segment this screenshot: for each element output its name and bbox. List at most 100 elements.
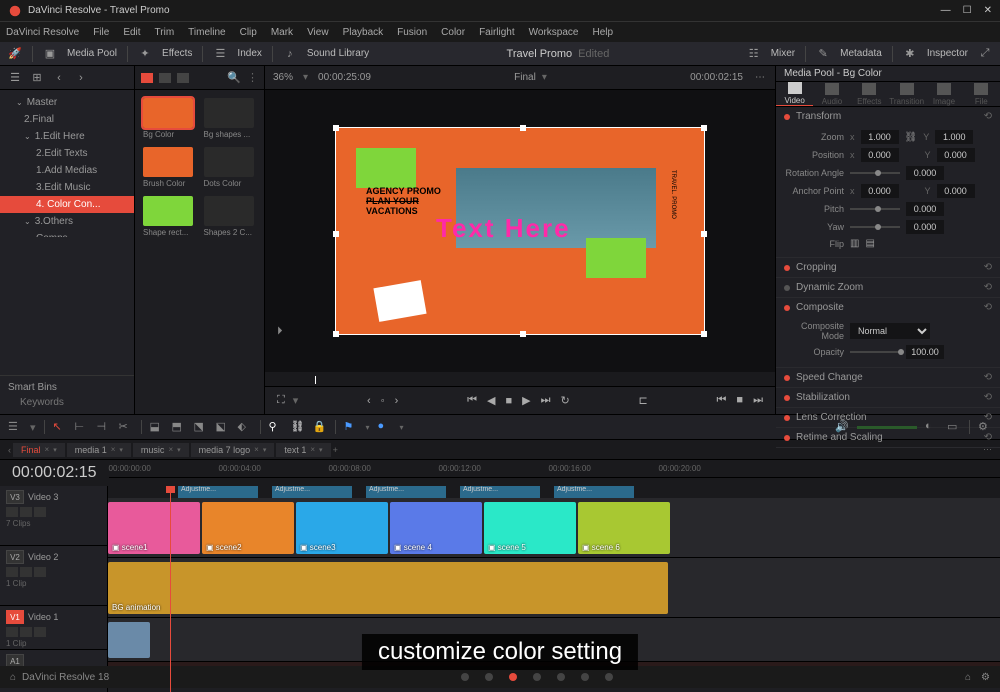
effects-button[interactable]: Effects <box>162 48 192 59</box>
clip-scene 6[interactable]: ▣ scene 6 <box>578 502 670 554</box>
timeline-tab[interactable]: media 1×▾ <box>67 443 131 457</box>
view-list-icon[interactable] <box>159 73 171 83</box>
timeline-tab[interactable]: text 1×▾ <box>276 443 330 457</box>
fit-icon[interactable]: ⛶ <box>277 394 285 407</box>
bin-item[interactable]: 2.Edit Texts <box>0 145 134 162</box>
go-prev-button[interactable]: ⏮ <box>717 394 727 407</box>
bin-root[interactable]: ⌄Master <box>0 94 134 111</box>
bin-item[interactable]: 2.Final <box>0 111 134 128</box>
trim-tool-icon[interactable]: ⊢ <box>75 420 89 434</box>
dim-icon[interactable]: ◐ <box>925 420 939 434</box>
keywords-bin[interactable]: Keywords <box>8 397 126 408</box>
expand-icon[interactable]: ⤢ <box>978 47 992 61</box>
tab-close-icon[interactable]: × <box>254 445 259 454</box>
sound-library-button[interactable]: Sound Library <box>307 48 369 59</box>
menu-item[interactable]: Timeline <box>188 27 225 38</box>
go-next-button[interactable]: ⏭ <box>753 394 763 407</box>
track-v3-lane[interactable]: ▣ scene1▣ scene2▣ scene3▣ scene 4▣ scene… <box>108 498 1000 558</box>
track-lock-icon[interactable] <box>6 507 18 517</box>
media-pool-icon[interactable]: ▣ <box>43 47 57 61</box>
track-v2-lane[interactable]: BG animation <box>108 558 1000 618</box>
transform-section[interactable]: Transform ⟲ <box>776 107 1000 126</box>
prev-frame-button[interactable]: ◀ <box>487 394 495 407</box>
tab-close-icon[interactable]: × <box>310 445 315 454</box>
inspector-button[interactable]: Inspector <box>927 48 968 59</box>
reset-icon[interactable]: ⟲ <box>984 262 992 273</box>
timeline-tab[interactable]: music×▾ <box>133 443 189 457</box>
append-icon[interactable]: ⬖ <box>238 420 252 434</box>
section-dynamic-zoom[interactable]: Dynamic Zoom⟲ <box>776 278 1000 297</box>
section-speed-change[interactable]: Speed Change⟲ <box>776 368 1000 387</box>
view-thumb-icon[interactable] <box>141 73 153 83</box>
tab-close-icon[interactable]: × <box>168 445 173 454</box>
flip-v-icon[interactable]: ▤ <box>865 238 874 249</box>
maximize-button[interactable]: ☐ <box>963 5 972 16</box>
go-stop-button[interactable]: ■ <box>736 394 743 407</box>
anchor-x-input[interactable] <box>861 184 899 198</box>
section-cropping[interactable]: Cropping⟲ <box>776 258 1000 277</box>
track-lock-icon[interactable] <box>6 567 18 577</box>
reset-icon[interactable]: ⟲ <box>984 392 992 403</box>
prev-clip-icon[interactable]: ‹ <box>367 395 371 407</box>
clip-scene3[interactable]: ▣ scene3 <box>296 502 388 554</box>
track-disable-icon[interactable] <box>34 507 46 517</box>
bin-item[interactable]: 1.Add Medias <box>0 162 134 179</box>
play-button[interactable]: ▶ <box>522 394 530 407</box>
tab-close-icon[interactable]: × <box>45 445 50 454</box>
flip-h-icon[interactable]: ▥ <box>850 238 859 249</box>
pos-y-input[interactable] <box>937 148 975 162</box>
bin-add-icon[interactable]: ⊞ <box>30 71 44 85</box>
first-frame-button[interactable]: ⏮ <box>467 394 477 407</box>
page-fairlight[interactable] <box>581 673 589 681</box>
clip-scene1[interactable]: ▣ scene1 <box>108 502 200 554</box>
pitch-slider[interactable] <box>850 208 900 210</box>
flag-icon[interactable]: ⚑ <box>344 420 358 434</box>
timeline-tab[interactable]: Final×▾ <box>13 443 65 457</box>
track-disable-icon[interactable] <box>34 567 46 577</box>
menu-item[interactable]: Fusion <box>397 27 427 38</box>
inspector-tab[interactable]: Image <box>925 82 962 106</box>
marker-icon[interactable]: ● <box>378 420 392 434</box>
effects-icon[interactable]: ✦ <box>138 47 152 61</box>
menu-item[interactable]: Clip <box>240 27 257 38</box>
index-button[interactable]: Index <box>237 48 261 59</box>
mixer-button[interactable]: Mixer <box>771 48 795 59</box>
section-composite[interactable]: Composite⟲ <box>776 298 1000 317</box>
track-select-V1[interactable]: V1 <box>6 610 24 624</box>
bin-list-icon[interactable]: ☰ <box>8 71 22 85</box>
pitch-input[interactable] <box>906 202 944 216</box>
dynamic-trim-icon[interactable]: ⊣ <box>97 420 111 434</box>
track-auto-icon[interactable] <box>20 627 32 637</box>
page-edit[interactable] <box>509 673 517 681</box>
adjustment-clip[interactable]: Adjustme... <box>460 486 540 498</box>
adjustment-clip[interactable]: Adjustme... <box>178 486 258 498</box>
inspector-tab[interactable]: Transition <box>888 82 925 106</box>
viewer-options-icon[interactable]: ⋯ <box>753 71 767 85</box>
minimize-button[interactable]: — <box>941 5 951 16</box>
reset-icon[interactable]: ⟲ <box>984 302 992 313</box>
page-media[interactable] <box>461 673 469 681</box>
anchor-y-input[interactable] <box>937 184 975 198</box>
overwrite-icon[interactable]: ⬒ <box>172 420 186 434</box>
menu-item[interactable]: Color <box>441 27 465 38</box>
tab-close-icon[interactable]: × <box>111 445 116 454</box>
bin-item[interactable]: ⌄3.Others <box>0 213 134 230</box>
project-settings-icon[interactable]: ⚙ <box>981 672 990 683</box>
loop-button[interactable]: ↻ <box>560 394 569 407</box>
metadata-button[interactable]: Metadata <box>840 48 882 59</box>
media-clip[interactable] <box>143 196 193 226</box>
media-clip[interactable] <box>204 98 254 128</box>
bin-item[interactable]: 4. Color Con... <box>0 196 134 213</box>
page-cut[interactable] <box>485 673 493 681</box>
timeline-tab[interactable]: media 7 logo×▾ <box>191 443 275 457</box>
page-deliver[interactable] <box>605 673 613 681</box>
replace-icon[interactable]: ⬔ <box>194 420 208 434</box>
bin-item[interactable]: ⌄1.Edit Here <box>0 128 134 145</box>
next-frame-button[interactable]: ⏭ <box>541 394 551 407</box>
tab-add-icon[interactable]: + <box>333 445 338 455</box>
tab-more-icon[interactable]: ⋯ <box>983 444 992 455</box>
reset-icon[interactable]: ⟲ <box>984 282 992 293</box>
zoom-x-input[interactable] <box>861 130 899 144</box>
track-lock-icon[interactable] <box>6 627 18 637</box>
tab-prev-icon[interactable]: ‹ <box>8 445 11 455</box>
